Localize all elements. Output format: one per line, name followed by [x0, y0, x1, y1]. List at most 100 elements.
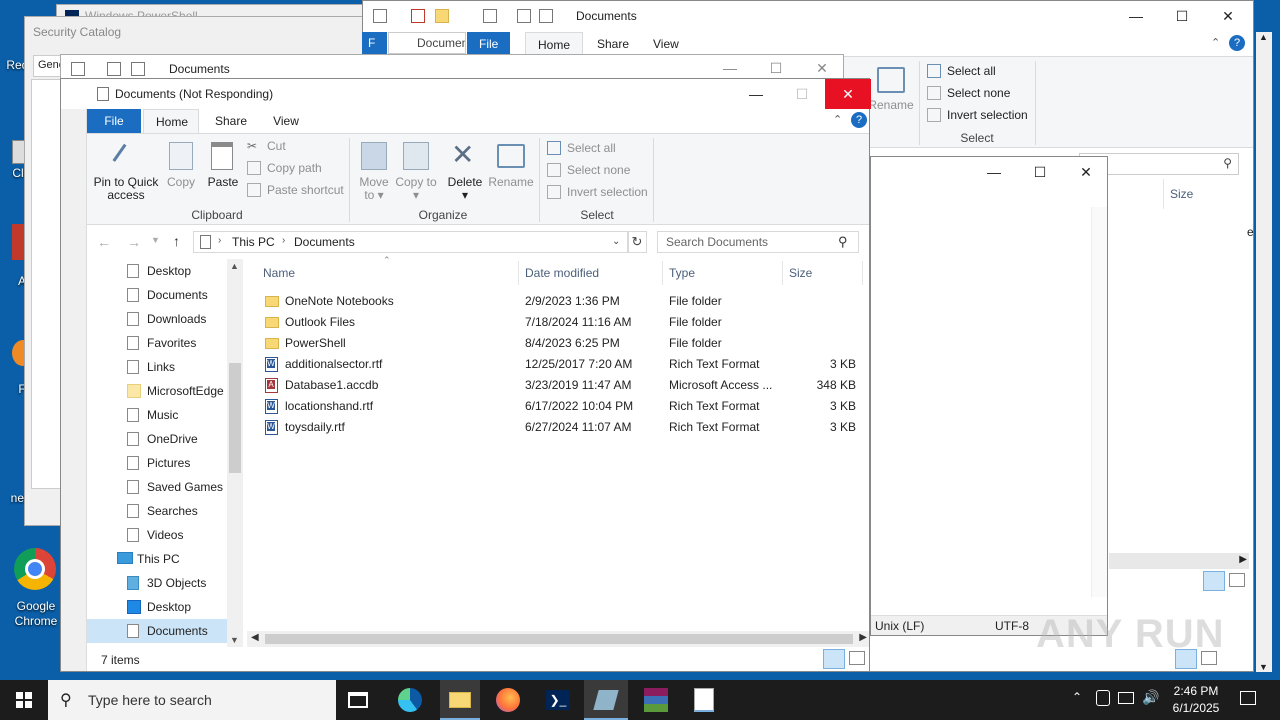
column-header-date[interactable]: Date modified [519, 261, 663, 285]
bg-close-button[interactable]: ✕ [1205, 1, 1251, 31]
bg-rename-button[interactable]: Rename [867, 99, 915, 112]
file-row[interactable]: Database1.accdb 3/23/2019 11:47 AM Microso… [257, 375, 862, 396]
nav-scroll-thumb[interactable] [229, 363, 241, 473]
tray-chevron-icon[interactable]: ⌃ [1072, 690, 1082, 704]
nav-item[interactable]: Documents [87, 619, 242, 643]
desktop-icon-chrome-label[interactable]: Google Chrome [6, 599, 66, 629]
main-close-button[interactable]: ✕ [825, 79, 871, 109]
details-view-icon[interactable] [823, 649, 845, 669]
bg-help-icon[interactable]: ? [1229, 35, 1245, 51]
breadcrumb-this-pc[interactable]: This PC [232, 235, 275, 249]
tab-file[interactable]: File [87, 109, 141, 133]
refresh-button[interactable]: ↻ [627, 231, 647, 253]
notepad-close-button[interactable]: ✕ [1063, 157, 1109, 187]
notifications-icon[interactable] [1240, 691, 1256, 705]
bg-details-view-icon[interactable] [1203, 571, 1225, 591]
active-app-icon[interactable] [584, 680, 628, 720]
nav-item[interactable]: Desktop [87, 595, 242, 619]
nav-item[interactable]: Music [87, 403, 242, 427]
paste-button[interactable]: Paste [203, 176, 243, 189]
nav-item[interactable]: MicrosoftEdge [87, 379, 242, 403]
nav-item[interactable]: Links [87, 355, 242, 379]
main-explorer-window[interactable]: Documents (Not Responding) — ☐ ✕ File Ho… [60, 78, 871, 672]
file-row[interactable]: OneNote Notebooks 2/9/2023 1:36 PM File fo… [257, 291, 862, 312]
chrome-icon[interactable] [14, 548, 56, 590]
file-row[interactable]: locationshand.rtf 6/17/2022 10:04 PM Rich … [257, 396, 862, 417]
bg-large-icons-view-icon[interactable] [1229, 573, 1245, 587]
select-all-button[interactable]: Select all [547, 138, 616, 158]
bg-minimize-button[interactable]: — [1113, 1, 1159, 31]
ribbon-collapse-icon[interactable]: ⌃ [833, 113, 842, 126]
edge-icon[interactable] [398, 688, 422, 712]
nav-item[interactable]: Pictures [87, 451, 242, 475]
search-input[interactable]: Search Documents ⚲ [657, 231, 859, 253]
copy-path-button[interactable]: Copy path [247, 158, 322, 178]
back-arrow-icon[interactable]: ← [97, 234, 111, 250]
bg-select-all-button[interactable]: Select all [927, 61, 996, 81]
nav-item[interactable]: Downloads [87, 307, 242, 331]
copy-to-button[interactable]: Copy to ▾ [395, 176, 437, 202]
select-none-button[interactable]: Select none [547, 160, 630, 180]
powershell-taskbar-icon[interactable]: ❯_ [546, 690, 570, 710]
address-bar[interactable]: › This PC › Documents ⌄ [193, 231, 629, 253]
column-header-type[interactable]: Type [663, 261, 783, 285]
file-row[interactable]: toysdaily.rtf 6/27/2024 11:07 AM Rich Text… [257, 417, 862, 438]
nav-item[interactable]: 3D Objects [87, 571, 242, 595]
invert-selection-button[interactable]: Invert selection [547, 182, 648, 202]
nav-item[interactable]: Videos [87, 523, 242, 547]
nav-item[interactable]: Desktop [87, 259, 242, 283]
nav-item[interactable]: Saved Games [87, 475, 242, 499]
tray-device-icon[interactable] [1096, 690, 1110, 706]
cut-button[interactable]: ✂ Cut [247, 136, 286, 156]
copy-button[interactable]: Copy [161, 176, 201, 189]
notepad-vscroll[interactable] [1091, 207, 1107, 597]
help-icon[interactable]: ? [851, 112, 867, 128]
breadcrumb-documents[interactable]: Documents [294, 235, 355, 249]
pin-to-quick-access-button[interactable]: Pin to Quick access [91, 176, 161, 202]
bg-size-column-header[interactable]: Size [1163, 179, 1245, 209]
bg-ribbon-collapse-icon[interactable]: ⌃ [1211, 36, 1220, 49]
bg-tab-file[interactable]: File [467, 32, 511, 56]
tab-home[interactable]: Home [143, 109, 199, 133]
delete-button[interactable]: Delete ▾ [443, 176, 487, 202]
large-icons-view-icon[interactable] [849, 651, 865, 665]
nav-item[interactable]: Favorites [87, 331, 242, 355]
tab-view[interactable]: View [259, 109, 313, 133]
bg-tab-home[interactable]: Home [525, 32, 584, 56]
clock[interactable]: 2:46 PM 6/1/2025 [1164, 683, 1228, 717]
bg-vscroll[interactable]: ▲ ▼ [1256, 32, 1272, 672]
address-dropdown-icon[interactable]: ⌄ [612, 236, 620, 247]
file-row[interactable]: PowerShell 8/4/2023 6:25 PM File folder [257, 333, 862, 354]
bg-select-none-button[interactable]: Select none [927, 83, 1010, 103]
recent-locations-icon[interactable]: ▼ [151, 235, 160, 245]
bg-tab-share[interactable]: Share [585, 32, 641, 56]
network-icon[interactable] [1118, 692, 1134, 704]
file-row[interactable]: additionalsector.rtf 12/25/2017 7:20 AM Ri… [257, 354, 862, 375]
file-hscrollbar[interactable]: ◀ ▶ [247, 631, 869, 647]
task-view-icon[interactable] [348, 692, 368, 708]
nav-item[interactable]: Searches [87, 499, 242, 523]
file-row[interactable]: Outlook Files 7/18/2024 11:16 AM File fold… [257, 312, 862, 333]
bg-file-tab-fragment[interactable]: F [362, 32, 386, 54]
winrar-icon[interactable] [644, 688, 668, 712]
notepad-window[interactable]: — ☐ ✕ Unix (LF) UTF-8 [870, 156, 1108, 636]
move-to-button[interactable]: Move to ▾ [353, 176, 395, 202]
notepad-maximize-button[interactable]: ☐ [1017, 157, 1063, 187]
bg-invert-selection-button[interactable]: Invert selection [927, 105, 1028, 125]
volume-icon[interactable]: 🔊 [1142, 689, 1159, 706]
nav-item[interactable]: OneDrive [87, 427, 242, 451]
up-arrow-icon[interactable]: ↑ [173, 233, 180, 249]
firefox-icon[interactable] [496, 688, 520, 712]
navigation-pane[interactable]: Desktop Documents Downloads Favorites Links M… [87, 259, 242, 647]
taskbar-search-box[interactable]: ⚲ Type here to search [48, 680, 336, 720]
bg-tab-view[interactable]: View [641, 32, 691, 56]
nav-scrollbar[interactable]: ▲ ▼ [227, 259, 243, 647]
main-maximize-button[interactable]: ☐ [779, 79, 825, 109]
rename-button[interactable]: Rename [487, 176, 535, 189]
hscroll-thumb[interactable] [265, 634, 853, 644]
forward-arrow-icon[interactable]: → [127, 234, 141, 250]
notepad-minimize-button[interactable]: — [971, 157, 1017, 187]
bg-maximize-button[interactable]: ☐ [1159, 1, 1205, 31]
main-titlebar[interactable]: Documents (Not Responding) — ☐ ✕ [61, 79, 871, 109]
column-header-name[interactable]: Name [257, 261, 519, 285]
